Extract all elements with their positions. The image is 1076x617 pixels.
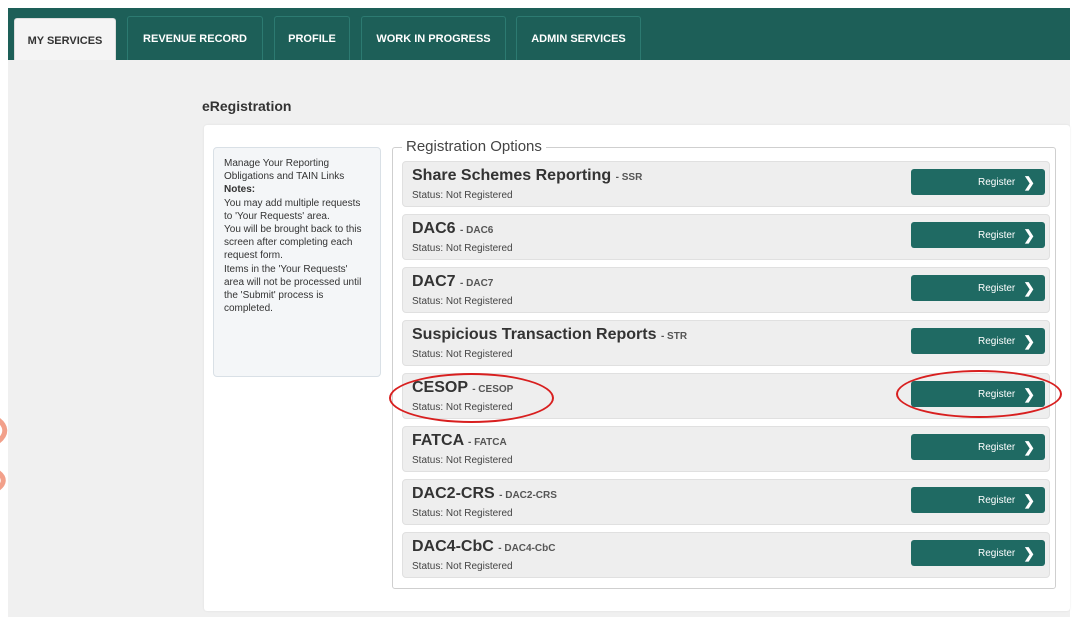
option-suspicious-transaction-reports: Suspicious Transaction Reports - STR Sta…	[402, 320, 1050, 366]
registration-options-legend: Registration Options	[402, 138, 546, 155]
tab-profile[interactable]: PROFILE	[274, 16, 350, 60]
option-status: Status: Not Registered	[412, 455, 513, 466]
option-code: - DAC6	[460, 225, 494, 236]
option-status: Status: Not Registered	[412, 508, 513, 519]
chevron-right-icon: ❯	[1023, 492, 1035, 508]
option-name: DAC2-CRS	[412, 485, 495, 502]
option-status: Status: Not Registered	[412, 296, 513, 307]
register-button-label: Register	[978, 176, 1016, 188]
option-name: Share Schemes Reporting	[412, 167, 612, 184]
register-button-label: Register	[978, 282, 1016, 294]
register-button-str[interactable]: Register ❯	[911, 328, 1045, 354]
chevron-right-icon: ❯	[1023, 174, 1035, 190]
option-name: DAC6	[412, 220, 456, 237]
notes-line: You will be brought back to this screen …	[224, 223, 362, 262]
register-button-label: Register	[978, 547, 1016, 559]
option-status: Status: Not Registered	[412, 402, 513, 413]
tab-admin-services[interactable]: ADMIN SERVICES	[516, 16, 641, 60]
option-code: - CESOP	[472, 384, 514, 395]
notes-intro: Manage Your Reporting Obligations and TA…	[224, 158, 345, 183]
register-button-label: Register	[978, 388, 1016, 400]
option-title: CESOP - CESOP	[412, 379, 513, 397]
notes-line: You may add multiple requests to 'Your R…	[224, 197, 361, 222]
option-title: DAC2-CRS - DAC2-CRS	[412, 485, 557, 503]
chevron-right-icon: ❯	[1023, 386, 1035, 402]
tab-revenue-record[interactable]: REVENUE RECORD	[127, 16, 263, 60]
option-name: FATCA	[412, 432, 464, 449]
option-title: Share Schemes Reporting - SSR	[412, 167, 642, 185]
chevron-right-icon: ❯	[1023, 545, 1035, 561]
option-code: - DAC2-CRS	[499, 490, 557, 501]
register-button-fatca[interactable]: Register ❯	[911, 434, 1045, 460]
register-button-dac6[interactable]: Register ❯	[911, 222, 1045, 248]
option-status: Status: Not Registered	[412, 561, 513, 572]
register-button-dac7[interactable]: Register ❯	[911, 275, 1045, 301]
option-status: Status: Not Registered	[412, 349, 513, 360]
register-button-label: Register	[978, 335, 1016, 347]
register-button-dac4-cbc[interactable]: Register ❯	[911, 540, 1045, 566]
option-code: - STR	[660, 331, 688, 342]
decorative-arc	[0, 418, 8, 491]
option-title: DAC4-CbC - DAC4-CbC	[412, 538, 555, 556]
option-name: Suspicious Transaction Reports	[412, 326, 657, 343]
option-dac2-crs: DAC2-CRS - DAC2-CRS Status: Not Register…	[402, 479, 1050, 525]
chevron-right-icon: ❯	[1023, 227, 1035, 243]
register-button-label: Register	[978, 441, 1016, 453]
option-dac7: DAC7 - DAC7 Status: Not Registered Regis…	[402, 267, 1050, 313]
option-code: - DAC4-CbC	[498, 543, 556, 554]
chevron-right-icon: ❯	[1023, 280, 1035, 296]
app-window: MY SERVICES REVENUE RECORD PROFILE WORK …	[0, 0, 1076, 617]
tab-work-in-progress[interactable]: WORK IN PROGRESS	[361, 16, 506, 60]
notes-panel: Manage Your Reporting Obligations and TA…	[213, 147, 381, 377]
page-title: eRegistration	[202, 98, 292, 114]
option-share-schemes-reporting: Share Schemes Reporting - SSR Status: No…	[402, 161, 1050, 207]
option-status: Status: Not Registered	[412, 190, 513, 201]
register-button-label: Register	[978, 229, 1016, 241]
register-button-cesop[interactable]: Register ❯	[911, 381, 1045, 407]
chevron-right-icon: ❯	[1023, 333, 1035, 349]
option-name: DAC7	[412, 273, 456, 290]
register-button-ssr[interactable]: Register ❯	[911, 169, 1045, 195]
option-name: CESOP	[412, 379, 468, 396]
option-fatca: FATCA - FATCA Status: Not Registered Reg…	[402, 426, 1050, 472]
option-title: DAC7 - DAC7	[412, 273, 493, 291]
option-title: FATCA - FATCA	[412, 432, 507, 450]
option-name: DAC4-CbC	[412, 538, 494, 555]
option-code: - DAC7	[460, 278, 494, 289]
tab-my-services[interactable]: MY SERVICES	[14, 18, 116, 62]
option-code: - FATCA	[468, 437, 507, 448]
notes-line: Items in the 'Your Requests' area will n…	[224, 263, 362, 315]
option-cesop: CESOP - CESOP Status: Not Registered Reg…	[402, 373, 1050, 419]
notes-heading: Notes:	[224, 184, 256, 196]
chevron-right-icon: ❯	[1023, 439, 1035, 455]
option-title: DAC6 - DAC6	[412, 220, 493, 238]
option-title: Suspicious Transaction Reports - STR	[412, 326, 687, 344]
option-dac4-cbc: DAC4-CbC - DAC4-CbC Status: Not Register…	[402, 532, 1050, 578]
register-button-dac2-crs[interactable]: Register ❯	[911, 487, 1045, 513]
option-status: Status: Not Registered	[412, 243, 513, 254]
option-code: - SSR	[615, 172, 643, 183]
option-dac6: DAC6 - DAC6 Status: Not Registered Regis…	[402, 214, 1050, 260]
register-button-label: Register	[978, 494, 1016, 506]
